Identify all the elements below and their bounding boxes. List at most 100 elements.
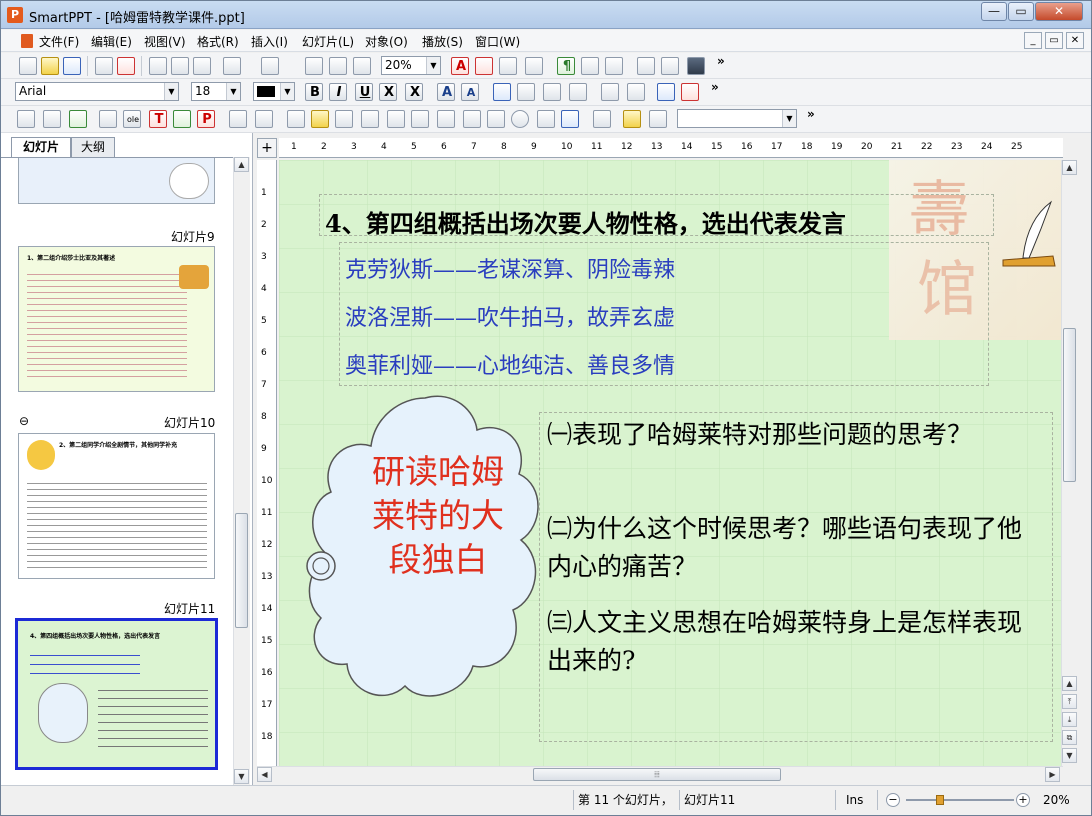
character-line[interactable]: 波洛涅斯——吹牛拍马，故弄玄虚 [345,300,675,332]
open-folder-icon[interactable] [41,57,59,75]
tab-slides[interactable]: 幻灯片 [11,137,71,157]
clear-format-icon[interactable]: X [405,83,423,101]
chevron-down-icon[interactable]: ▼ [426,57,440,74]
more-chevron-icon[interactable]: » [717,54,725,68]
scroll-left-icon[interactable]: ◀ [257,767,272,782]
underline-icon[interactable]: U [355,83,373,101]
zoom-in-icon[interactable]: + [1016,793,1030,807]
rectangle-icon[interactable] [463,110,481,128]
pdf-icon[interactable] [117,57,135,75]
wordart-icon[interactable] [561,110,579,128]
slide-layout-icon[interactable] [305,57,323,75]
star-effect-icon[interactable] [623,110,641,128]
ellipse-icon[interactable] [511,110,529,128]
chevron-down-icon[interactable]: ▼ [164,83,178,100]
numbered-list-icon[interactable] [681,83,699,101]
text-box-icon[interactable]: T [149,110,167,128]
more-chevron-icon[interactable]: » [711,80,719,94]
save-icon[interactable] [63,57,81,75]
chevron-down-icon[interactable]: ▼ [280,83,294,100]
menu-play[interactable]: 播放(S) [422,33,463,50]
shrink-font-icon[interactable]: A [461,83,479,101]
align-objects-icon[interactable] [229,110,247,128]
select-frame-icon[interactable] [17,110,35,128]
scrollbar-thumb[interactable] [235,513,248,628]
menu-window[interactable]: 窗口(W) [475,33,520,50]
undo-icon[interactable] [223,57,241,75]
zoom-slider-track[interactable] [906,799,1014,801]
tab-outline[interactable]: 大纲 [71,137,115,157]
thumbnail-slide-9[interactable]: 1、第二组介绍莎士比亚及其著述 [18,246,215,392]
character-line[interactable]: 克劳狄斯——老谋深算、阴险毒辣 [345,252,675,284]
p-box-icon[interactable]: P [197,110,215,128]
menu-edit[interactable]: 编辑(E) [91,33,132,50]
transition-icon[interactable] [649,110,667,128]
font-name-select[interactable]: Arial ▼ [15,82,179,101]
strikethrough-icon[interactable]: X [379,83,397,101]
align-right-icon[interactable] [543,83,561,101]
chevron-down-icon[interactable]: ▼ [782,110,796,127]
pen-icon[interactable] [311,110,329,128]
connector-icon[interactable] [387,110,405,128]
new-icon[interactable] [19,57,37,75]
scroll-down-icon[interactable]: ▼ [234,769,249,784]
scroll-up-icon[interactable]: ▲ [234,157,249,172]
thumbnail-slide-8[interactable] [18,158,215,204]
frame-icon[interactable] [99,110,117,128]
arrow-icon[interactable] [361,110,379,128]
align-center-icon[interactable] [517,83,535,101]
slide-horizontal-scrollbar[interactable]: ◀ ⦙⦙⦙ ▶ [257,766,1063,783]
next-slide-icon[interactable]: ⤓ [1062,712,1077,727]
align-left-icon[interactable] [493,83,511,101]
minimize-button[interactable]: — [981,2,1007,21]
question-2[interactable]: ㈡为什么这个时候思考？哪些语句表现了他内心的痛苦？ [547,510,1027,586]
menu-slide[interactable]: 幻灯片(L) [302,33,354,50]
scroll-up-icon[interactable]: ▲ [1062,160,1077,175]
paragraph-icon[interactable]: ¶ [557,57,575,75]
insert-table-icon[interactable] [475,57,493,75]
mdi-minimize-button[interactable]: _ [1024,32,1042,49]
chart-icon[interactable] [605,57,623,75]
elbow-connector-icon[interactable] [411,110,429,128]
print-icon[interactable] [95,57,113,75]
character-line[interactable]: 奥菲利娅——心地纯洁、善良多情 [345,348,675,380]
picture-icon[interactable] [69,110,87,128]
thumbnail-scrollbar[interactable]: ▲ ▼ [233,157,250,785]
slide-canvas[interactable]: 壽 馆 4、第四组概括出场次要人物性格，选出代表发言 克劳狄斯——老谋深算、阴险… [279,160,1063,766]
maximize-button[interactable]: ▭ [1008,2,1034,21]
scroll-down-icon[interactable]: ▼ [1062,748,1077,763]
vertical-text-icon[interactable] [173,110,191,128]
page-icon[interactable] [661,57,679,75]
more-chevron-icon[interactable]: » [807,107,815,121]
pack-icon[interactable] [687,57,705,75]
thought-cloud[interactable]: 研读哈姆莱特的大段独白 [305,390,545,706]
mdi-close-button[interactable]: ✕ [1066,32,1084,49]
menu-file[interactable]: 文件(F) [39,33,79,50]
scrollbar-thumb[interactable]: ⦙⦙⦙ [533,768,781,781]
zoom-icon[interactable] [329,57,347,75]
thumbnail-slide-11-selected[interactable]: 4、第四组概括出场次要人物性格，选出代表发言 [15,618,218,770]
close-button[interactable]: ✕ [1035,2,1083,21]
curve-icon[interactable] [335,110,353,128]
paste-icon[interactable] [193,57,211,75]
slide-vertical-scrollbar[interactable]: ▲ ▲ ⤒ ⤓ ⧉ ▼ [1061,160,1078,766]
zoom-out-icon[interactable]: − [886,793,900,807]
color-select[interactable]: ▼ [253,82,295,101]
grow-font-icon[interactable]: A [437,83,455,101]
line-icon[interactable] [287,110,305,128]
ruler-origin[interactable]: + [257,138,277,158]
menu-format[interactable]: 格式(R) [197,33,239,50]
redo-icon[interactable] [261,57,279,75]
table-icon[interactable] [43,110,61,128]
zoom-slider-thumb[interactable] [936,795,944,805]
zoom-select[interactable]: 20% ▼ [381,56,441,75]
copy-icon[interactable] [171,57,189,75]
group-icon[interactable] [255,110,273,128]
shapes-icon[interactable] [537,110,555,128]
ole-icon[interactable]: ole [123,110,141,128]
header-icon[interactable] [637,57,655,75]
notes-icon[interactable] [499,57,517,75]
scroll-up-small-icon[interactable]: ▲ [1062,676,1077,691]
slide-title[interactable]: 4、第四组概括出场次要人物性格，选出代表发言 [325,204,846,239]
question-1[interactable]: ㈠表现了哈姆莱特对那些问题的思考？ [547,416,1027,454]
